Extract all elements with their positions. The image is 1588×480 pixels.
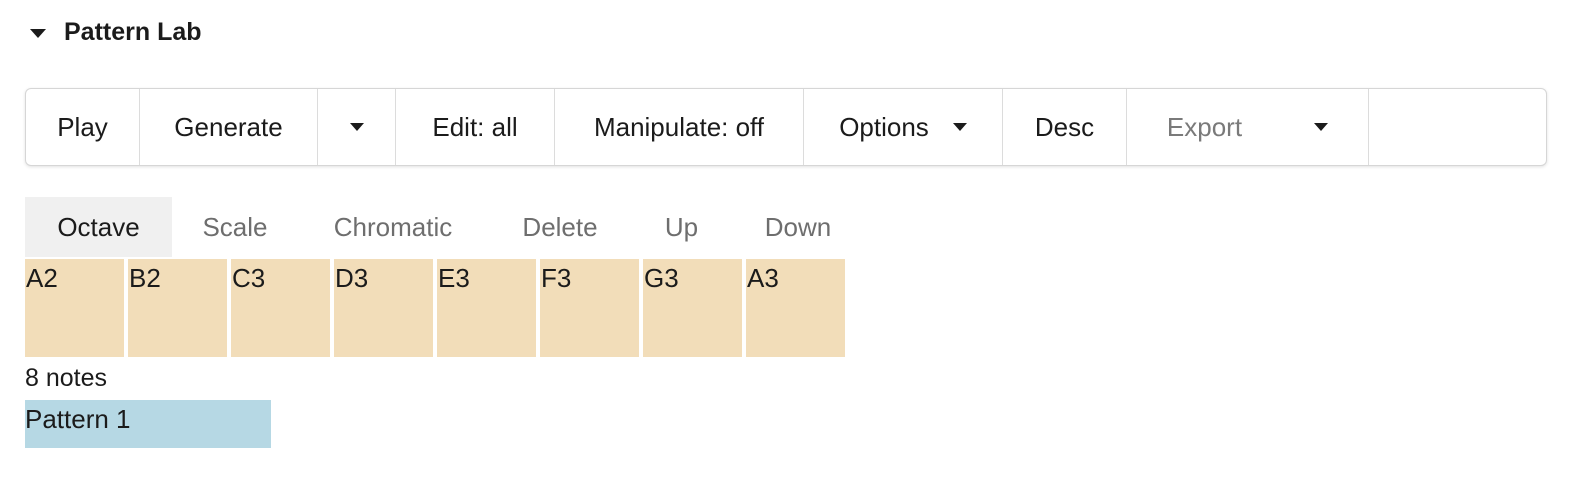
note-cell[interactable]: A3 bbox=[746, 259, 845, 357]
export-dropdown-button[interactable]: Export bbox=[1127, 89, 1369, 165]
note-cell[interactable]: D3 bbox=[334, 259, 433, 357]
edit-mode-button[interactable]: Edit: all bbox=[396, 89, 555, 165]
tab-scale[interactable]: Scale bbox=[172, 197, 298, 257]
transform-tabs: Octave Scale Chromatic Delete Up Down bbox=[25, 197, 865, 257]
note-cell[interactable]: E3 bbox=[437, 259, 536, 357]
note-cell[interactable]: A2 bbox=[25, 259, 124, 357]
note-cell[interactable]: F3 bbox=[540, 259, 639, 357]
tab-up[interactable]: Up bbox=[632, 197, 731, 257]
export-label: Export bbox=[1166, 111, 1243, 142]
caret-down-icon bbox=[952, 123, 967, 131]
options-label: Options bbox=[839, 111, 929, 142]
note-row: A2 B2 C3 D3 E3 F3 G3 A3 bbox=[25, 259, 849, 357]
tab-down[interactable]: Down bbox=[731, 197, 865, 257]
caret-down-icon bbox=[1314, 123, 1329, 131]
pattern-chip[interactable]: Pattern 1 bbox=[25, 400, 271, 448]
note-cell[interactable]: G3 bbox=[643, 259, 742, 357]
pattern-lab-toggle[interactable]: Pattern Lab bbox=[30, 14, 202, 50]
note-count: 8 notes bbox=[25, 364, 108, 392]
play-button[interactable]: Play bbox=[26, 89, 140, 165]
tab-octave[interactable]: Octave bbox=[25, 197, 172, 257]
section-title: Pattern Lab bbox=[64, 17, 202, 46]
triangle-down-icon bbox=[30, 28, 46, 38]
toolbar: Play Generate Edit: all Manipulate: off … bbox=[25, 88, 1547, 166]
tab-delete[interactable]: Delete bbox=[488, 197, 632, 257]
caret-down-icon bbox=[349, 123, 364, 131]
generate-dropdown-button[interactable] bbox=[318, 89, 396, 165]
tab-chromatic[interactable]: Chromatic bbox=[298, 197, 488, 257]
generate-button[interactable]: Generate bbox=[140, 89, 318, 165]
desc-button[interactable]: Desc bbox=[1003, 89, 1127, 165]
manipulate-toggle-button[interactable]: Manipulate: off bbox=[555, 89, 804, 165]
options-dropdown-button[interactable]: Options bbox=[804, 89, 1003, 165]
note-cell[interactable]: C3 bbox=[231, 259, 330, 357]
note-cell[interactable]: B2 bbox=[128, 259, 227, 357]
